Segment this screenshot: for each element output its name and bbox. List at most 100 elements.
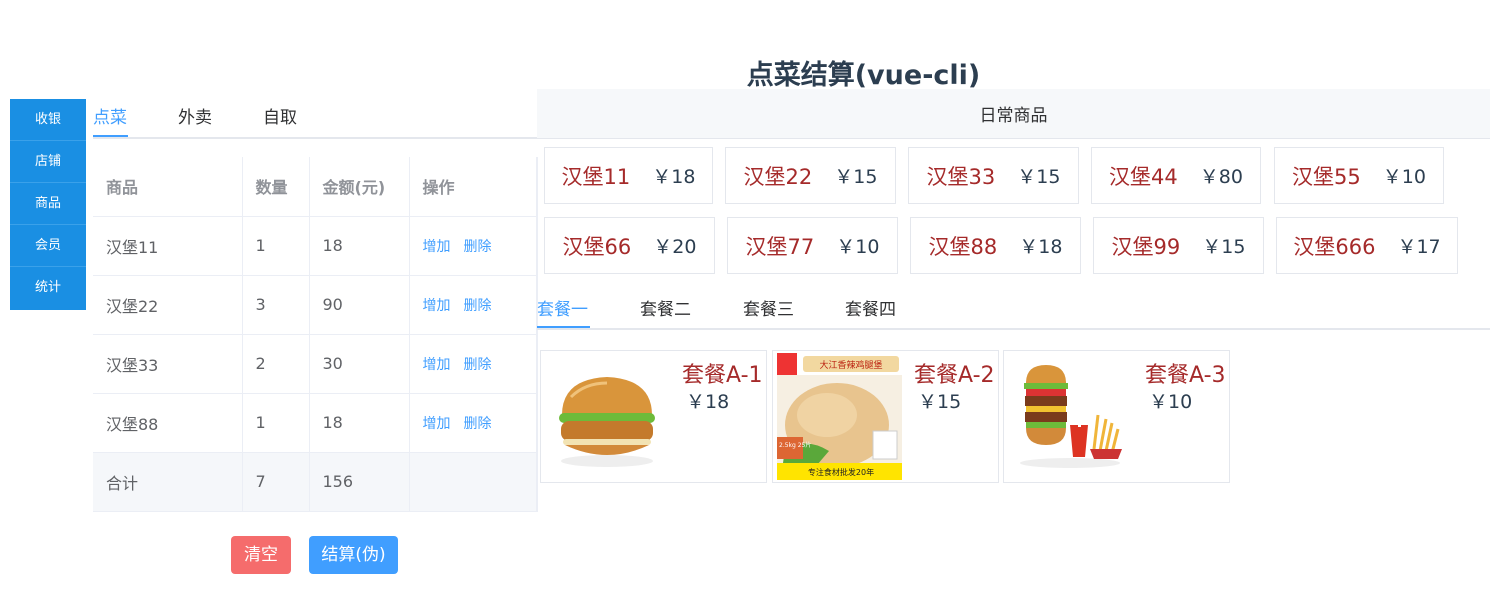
goods-name: 汉堡44: [1109, 164, 1178, 189]
page-title: 点菜结算(vue-cli): [746, 60, 981, 91]
combo-tabs: 套餐一 套餐二 套餐三 套餐四: [537, 292, 1490, 330]
add-link[interactable]: 增加: [423, 416, 451, 432]
row-amount: 18: [309, 393, 410, 453]
checkout-button[interactable]: 结算(伪): [309, 536, 398, 574]
row-amount: 18: [309, 216, 410, 276]
combo-price: ￥18: [686, 391, 730, 413]
goods-name: 汉堡77: [745, 234, 815, 259]
col-header-amount: 金额(元): [309, 157, 410, 217]
delete-link[interactable]: 删除: [464, 298, 492, 314]
row-qty: 2: [242, 334, 310, 394]
total-empty: [409, 452, 537, 512]
goods-card[interactable]: 汉堡11 ￥18: [544, 147, 713, 204]
side-menu-item-member[interactable]: 会员: [10, 225, 86, 267]
tab-dine-in[interactable]: 点菜: [93, 103, 127, 128]
tab-delivery[interactable]: 外卖: [178, 103, 212, 128]
active-tab-indicator: [537, 326, 590, 328]
goods-price: ￥15: [834, 166, 878, 188]
order-table: 商品 数量 金额(元) 操作 汉堡11 1 18 增加 删除 汉堡22 3 90 …: [93, 157, 538, 512]
goods-card[interactable]: 汉堡666 ￥17: [1276, 217, 1458, 274]
goods-card[interactable]: 汉堡22 ￥15: [725, 147, 896, 204]
goods-price: ￥15: [1202, 236, 1246, 258]
combo-name: 套餐A-2: [914, 363, 995, 388]
goods-price: ￥17: [1397, 236, 1441, 258]
order-tabs: 点菜 外卖 自取: [93, 99, 537, 139]
side-menu: 收银 店铺 商品 会员 统计: [10, 99, 86, 310]
goods-section-header: 日常商品: [537, 89, 1490, 139]
row-ops: 增加 删除: [409, 334, 537, 394]
goods-price: ￥10: [836, 236, 880, 258]
add-link[interactable]: 增加: [423, 239, 451, 255]
delete-link[interactable]: 删除: [464, 239, 492, 255]
table-row: 汉堡33 2 30 增加 删除: [93, 334, 537, 394]
row-item-name: 汉堡88: [93, 393, 243, 453]
goods-name: 汉堡666: [1293, 234, 1376, 259]
table-row: 汉堡88 1 18 增加 删除: [93, 393, 537, 453]
row-ops: 增加 删除: [409, 216, 537, 276]
combo-price: ￥15: [918, 391, 962, 413]
chicken-image: 大江香辣鸡腿堡 2.5kg 25片 专注食材批发20年: [777, 353, 902, 480]
col-header-ops: 操作: [409, 157, 537, 217]
tab-combo-3[interactable]: 套餐三: [743, 295, 794, 320]
goods-card[interactable]: 汉堡44 ￥80: [1091, 147, 1261, 204]
row-item-name: 汉堡11: [93, 216, 243, 276]
delete-link[interactable]: 删除: [464, 416, 492, 432]
row-ops: 增加 删除: [409, 393, 537, 453]
row-qty: 1: [242, 216, 310, 276]
tab-combo-2[interactable]: 套餐二: [640, 295, 691, 320]
goods-name: 汉堡99: [1111, 234, 1181, 259]
row-qty: 3: [242, 275, 310, 335]
side-menu-item-shop[interactable]: 店铺: [10, 141, 86, 183]
row-amount: 90: [309, 275, 410, 335]
table-row: 汉堡22 3 90 增加 删除: [93, 275, 537, 335]
goods-name: 汉堡22: [743, 164, 813, 189]
burger-image: [559, 377, 655, 467]
photo-footer-text: 专注食材批发20年: [808, 467, 874, 477]
row-ops: 增加 删除: [409, 275, 537, 335]
col-header-item: 商品: [93, 157, 243, 217]
clear-button[interactable]: 清空: [231, 536, 291, 574]
combo-card[interactable]: 套餐A-3 ￥10: [1003, 350, 1230, 483]
goods-card[interactable]: 汉堡99 ￥15: [1093, 217, 1264, 274]
goods-card[interactable]: 汉堡55 ￥10: [1274, 147, 1444, 204]
combo-price: ￥10: [1149, 391, 1193, 413]
goods-name: 汉堡11: [561, 164, 631, 189]
total-row: 合计 7 156: [93, 452, 537, 512]
row-item-name: 汉堡33: [93, 334, 243, 394]
goods-name: 汉堡33: [926, 164, 996, 189]
tab-pickup[interactable]: 自取: [263, 103, 297, 128]
side-menu-item-stats[interactable]: 统计: [10, 267, 86, 309]
goods-name: 汉堡55: [1292, 164, 1361, 189]
tab-combo-1[interactable]: 套餐一: [537, 295, 588, 320]
combo-card[interactable]: 套餐A-1 ￥18: [540, 350, 767, 483]
delete-link[interactable]: 删除: [464, 357, 492, 373]
combo-name: 套餐A-3: [1145, 363, 1226, 388]
goods-price: ￥15: [1017, 166, 1061, 188]
total-label: 合计: [93, 452, 243, 512]
row-qty: 1: [242, 393, 310, 453]
goods-price: ￥10: [1382, 166, 1426, 188]
row-amount: 30: [309, 334, 410, 394]
add-link[interactable]: 增加: [423, 298, 451, 314]
table-header-row: 商品 数量 金额(元) 操作: [93, 157, 537, 217]
tab-combo-4[interactable]: 套餐四: [845, 295, 896, 320]
goods-name: 汉堡66: [562, 234, 632, 259]
total-amount: 156: [309, 452, 410, 512]
table-row: 汉堡11 1 18 增加 删除: [93, 216, 537, 276]
goods-card[interactable]: 汉堡77 ￥10: [727, 217, 898, 274]
goods-price: ￥80: [1199, 166, 1243, 188]
row-item-name: 汉堡22: [93, 275, 243, 335]
add-link[interactable]: 增加: [423, 357, 451, 373]
combo-card[interactable]: 大江香辣鸡腿堡 2.5kg 25片 专注食材批发20年 套餐A-2 ￥15: [772, 350, 999, 483]
side-menu-item-goods[interactable]: 商品: [10, 183, 86, 225]
goods-card[interactable]: 汉堡33 ￥15: [908, 147, 1079, 204]
side-menu-item-cashier[interactable]: 收银: [10, 99, 86, 141]
goods-price: ￥20: [653, 236, 697, 258]
goods-name: 汉堡88: [928, 234, 998, 259]
goods-card[interactable]: 汉堡66 ￥20: [544, 217, 715, 274]
goods-price: ￥18: [652, 166, 696, 188]
goods-price: ￥18: [1019, 236, 1063, 258]
burger-combo-image: [1020, 365, 1122, 468]
goods-card[interactable]: 汉堡88 ￥18: [910, 217, 1081, 274]
total-qty: 7: [242, 452, 310, 512]
